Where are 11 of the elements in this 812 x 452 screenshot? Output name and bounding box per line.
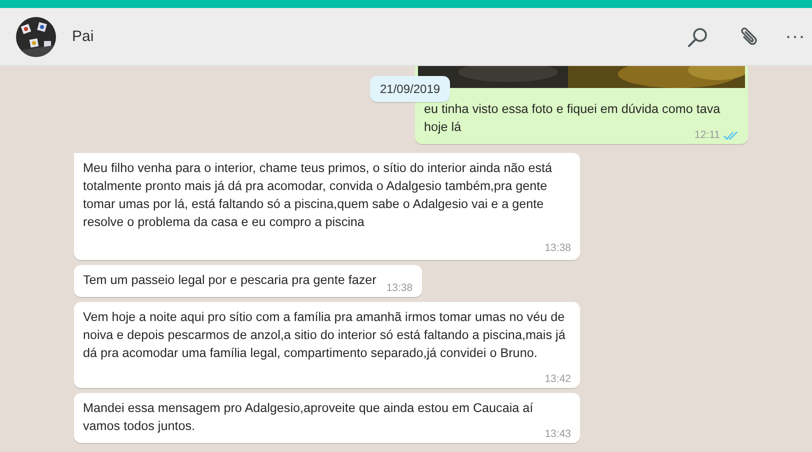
- date-chip: 21/09/2019: [370, 76, 450, 102]
- more-icon[interactable]: [786, 34, 804, 40]
- message-time: 13:38: [386, 281, 413, 296]
- message-text: Vem hoje a noite aqui pro sítio com a família pra amanhã irmos tomar umas no véu de noiva e depois pescarmos de anzol,a sitio do interior só está faltando a piscina,mais já dá pra acomodar uma família legal, compartimento separado,já convidei o Bruno.: [83, 310, 566, 360]
- message-text: Tem um passeio legal por e pescaria pra gente fazer: [83, 273, 376, 287]
- message-time: 13:42: [544, 372, 571, 387]
- message-time: 13:38: [544, 241, 571, 256]
- message-text: Mandei essa mensagem pro Adalgesio,aproveite que ainda estou em Caucaia aí vamos todos juntos.: [83, 401, 534, 433]
- message-time: 13:43: [544, 427, 571, 442]
- message-text: Meu filho venha para o interior, chame teus primos, o sítio do interior ainda não está totalmente pronto mais já dá pra acomodar, convida o Adalgesio também,pra gente tomar umas por lá, está faltando só a piscina,quem sabe o Adalgesio vai e a gente resolve o problema da casa e eu compro a piscina: [83, 161, 552, 229]
- contact-name: Pai: [72, 28, 94, 45]
